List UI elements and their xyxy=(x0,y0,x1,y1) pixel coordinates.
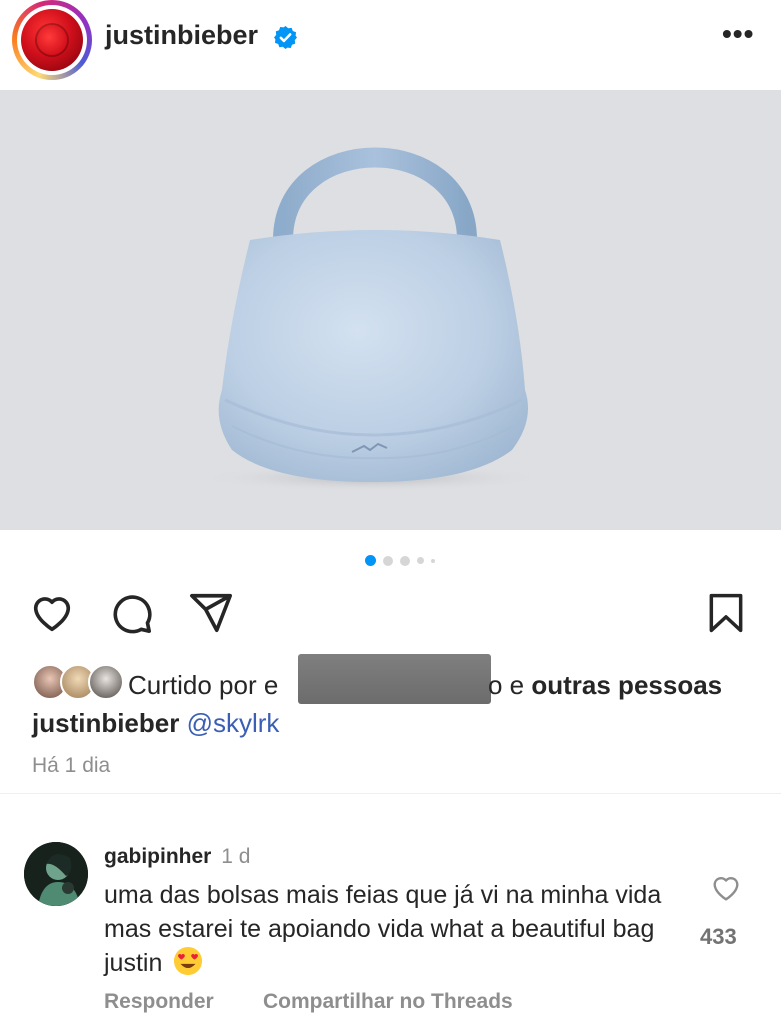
profile-avatar[interactable] xyxy=(12,0,92,80)
heart-icon[interactable] xyxy=(28,590,76,636)
post-timestamp: Há 1 dia xyxy=(32,754,111,777)
likes-suffix: o e outras pessoas xyxy=(488,670,723,700)
heart-eyes-emoji-icon xyxy=(174,946,203,976)
caption-mention[interactable]: @skylrk xyxy=(187,708,280,738)
likes-prefix: Curtido por e xyxy=(128,670,279,700)
post-caption: justinbieber @skylrk xyxy=(32,708,279,739)
comment-username[interactable]: gabipinher xyxy=(104,845,211,868)
handbag-image xyxy=(197,147,547,492)
caption-username[interactable]: justinbieber xyxy=(32,708,179,738)
bookmark-icon[interactable] xyxy=(704,590,748,636)
comment-avatar[interactable] xyxy=(24,842,88,906)
more-options-button[interactable]: ••• xyxy=(722,20,754,48)
others-link[interactable]: outras pessoas xyxy=(531,670,722,700)
carousel-indicator xyxy=(365,555,435,566)
share-to-threads-button[interactable]: Compartilhar no Threads xyxy=(263,990,513,1014)
post-header: justinbieber ••• xyxy=(0,0,781,90)
carousel-dot xyxy=(400,555,410,566)
liker-avatar xyxy=(88,664,124,700)
share-icon[interactable] xyxy=(188,590,234,636)
comment-time: 1 d xyxy=(221,845,251,868)
comment-text: uma das bolsas mais feias que já vi na m… xyxy=(104,881,662,977)
comment-icon[interactable] xyxy=(108,590,154,636)
comment-header: gabipinher 1 d xyxy=(104,845,250,869)
carousel-dot xyxy=(431,558,435,563)
carousel-dot xyxy=(383,555,393,566)
post-username[interactable]: justinbieber xyxy=(105,20,258,51)
carousel-dot xyxy=(365,555,376,566)
post-image[interactable] xyxy=(0,90,781,530)
section-divider xyxy=(0,793,781,794)
post-actions xyxy=(0,590,781,640)
comment-heart-icon[interactable] xyxy=(709,872,743,904)
verified-badge-icon xyxy=(274,26,297,49)
comment-like-count: 433 xyxy=(700,924,737,949)
redacted-name-block xyxy=(298,654,491,704)
reply-button[interactable]: Responder xyxy=(104,990,214,1014)
carousel-dot xyxy=(417,557,424,564)
